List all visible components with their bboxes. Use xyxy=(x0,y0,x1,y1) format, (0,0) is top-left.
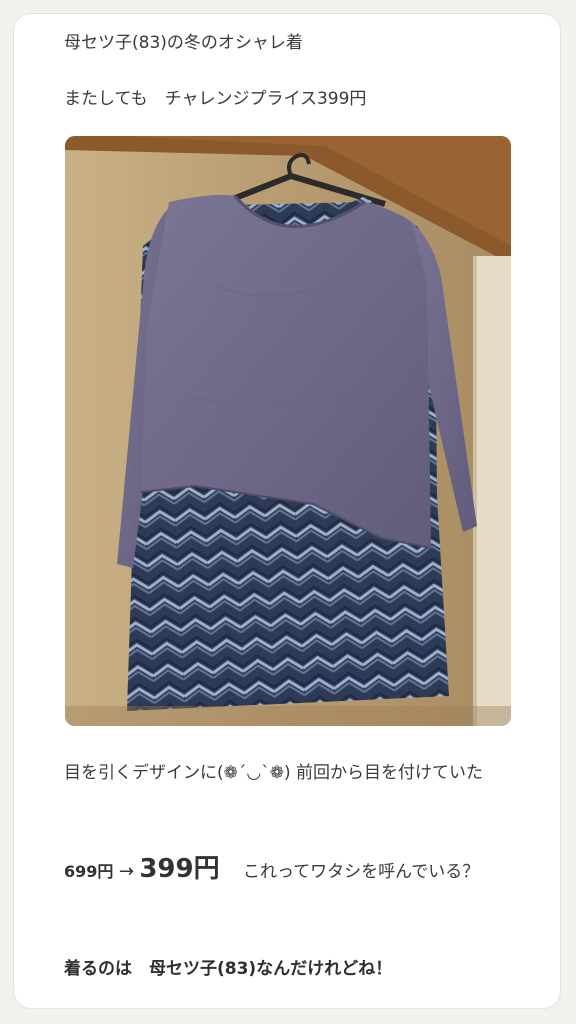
clothing-photo[interactable] xyxy=(65,136,511,726)
new-price: 399円 xyxy=(139,854,220,884)
post-paragraph-price: 699円 → 399円 これってワタシを呼んでいる？ xyxy=(64,852,512,889)
price-arrow: → xyxy=(118,861,134,882)
clothing-photo-art xyxy=(65,136,511,726)
post-closing-line: 着るのは 母セツ子(83)なんだけれどね！ xyxy=(64,959,393,979)
post-line-title: 母セツ子(83)の冬のオシャレ着 xyxy=(64,33,303,53)
price-comment: これってワタシを呼んでいる？ xyxy=(243,862,480,882)
old-price: 699円 xyxy=(64,862,114,881)
post-paragraph-design: 目を引くデザインに(❁´◡`❁) 前回から目を付けていた xyxy=(64,763,483,783)
post-line-price-challenge: またしても チャレンジプライス399円 xyxy=(64,89,367,109)
post-card: 母セツ子(83)の冬のオシャレ着 またしても チャレンジプライス399円 目を引… xyxy=(13,13,561,1009)
